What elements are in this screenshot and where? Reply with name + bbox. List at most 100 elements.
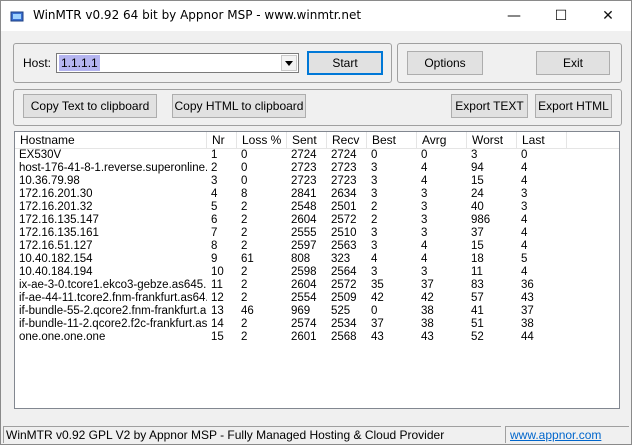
exit-button[interactable]: Exit (536, 51, 610, 75)
cell-avrg: 3 (421, 201, 428, 213)
cell-loss: 2 (241, 201, 248, 213)
cell-last: 5 (521, 253, 528, 265)
cell-recv: 323 (331, 253, 351, 265)
cell-avrg: 4 (421, 240, 428, 252)
column-header-nr[interactable]: Nr (207, 132, 237, 148)
cell-loss: 46 (241, 305, 254, 317)
cell-worst: 24 (471, 188, 484, 200)
maximize-button[interactable]: ☐ (538, 1, 584, 31)
copy-html-button[interactable]: Copy HTML to clipboard (172, 94, 306, 118)
cell-hostname: ix-ae-3-0.tcore1.ekco3-gebze.as645... (19, 279, 207, 291)
column-header-avrg[interactable]: Avrg (417, 132, 467, 148)
status-bar: WinMTR v0.92 GPL V2 by Appnor MSP - Full… (1, 424, 631, 444)
cell-recv: 2563 (331, 240, 357, 252)
minimize-button[interactable]: — (491, 1, 537, 31)
cell-last: 4 (521, 227, 528, 239)
table-row[interactable]: 10.36.79.98 3 0 2723 2723 3 4 15 4 (15, 175, 619, 188)
cell-last: 3 (521, 201, 528, 213)
table-row[interactable]: 172.16.51.127 8 2 2597 2563 3 4 15 4 (15, 240, 619, 253)
column-header-last[interactable]: Last (517, 132, 567, 148)
column-header-recv[interactable]: Recv (327, 132, 367, 148)
cell-loss: 0 (241, 162, 248, 174)
table-row[interactable]: host-176-41-8-1.reverse.superonline.... 2… (15, 162, 619, 175)
table-row[interactable]: if-bundle-11-2.qcore2.f2c-frankfurt.as..… (15, 318, 619, 331)
cell-sent: 2554 (291, 292, 317, 304)
cell-nr: 9 (211, 253, 218, 265)
cell-best: 3 (371, 227, 378, 239)
host-combobox[interactable]: 1.1.1.1 (56, 53, 299, 73)
cell-nr: 1 (211, 149, 218, 161)
cell-last: 44 (521, 331, 534, 343)
column-header-sent[interactable]: Sent (287, 132, 327, 148)
cell-recv: 2534 (331, 318, 357, 330)
column-header-best[interactable]: Best (367, 132, 417, 148)
cell-nr: 15 (211, 331, 224, 343)
cell-avrg: 3 (421, 266, 428, 278)
cell-hostname: one.one.one.one (19, 331, 106, 343)
window-title: WinMTR v0.92 64 bit by Appnor MSP - www.… (33, 8, 362, 22)
cell-best: 43 (371, 331, 384, 343)
close-button[interactable]: ✕ (585, 1, 631, 31)
start-button[interactable]: Start (307, 51, 383, 75)
cell-loss: 8 (241, 188, 248, 200)
table-row[interactable]: 172.16.201.30 4 8 2841 2634 3 3 24 3 (15, 188, 619, 201)
cell-hostname: 172.16.51.127 (19, 240, 93, 252)
table-row[interactable]: if-ae-44-11.tcore2.fnm-frankfurt.as64...… (15, 292, 619, 305)
cell-sent: 2841 (291, 188, 317, 200)
cell-sent: 808 (291, 253, 311, 265)
cell-recv: 2509 (331, 292, 357, 304)
column-header-hostname[interactable]: Hostname (15, 132, 207, 148)
cell-sent: 2723 (291, 162, 317, 174)
title-bar[interactable]: WinMTR v0.92 64 bit by Appnor MSP - www.… (1, 1, 631, 31)
status-text: WinMTR v0.92 GPL V2 by Appnor MSP - Full… (3, 426, 501, 443)
cell-nr: 11 (211, 279, 223, 291)
cell-best: 3 (371, 162, 378, 174)
results-table[interactable]: Hostname Nr Loss % Sent Recv Best Avrg Worst Las… (14, 131, 620, 409)
cell-nr: 13 (211, 305, 224, 317)
table-row[interactable]: if-bundle-55-2.qcore2.fnm-frankfurt.a...… (15, 305, 619, 318)
cell-worst: 18 (471, 253, 484, 265)
cell-hostname: 172.16.201.32 (19, 201, 93, 213)
cell-loss: 0 (241, 175, 248, 187)
cell-avrg: 42 (421, 292, 434, 304)
cell-last: 4 (521, 214, 528, 226)
cell-nr: 14 (211, 318, 224, 330)
cell-last: 4 (521, 162, 528, 174)
cell-hostname: 172.16.201.30 (19, 188, 93, 200)
table-row[interactable]: ix-ae-3-0.tcore1.ekco3-gebze.as645... 11 2… (15, 279, 619, 292)
maximize-icon: ☐ (554, 8, 568, 24)
cell-hostname: 10.40.182.154 (19, 253, 93, 265)
copy-text-button[interactable]: Copy Text to clipboard (23, 94, 157, 118)
table-row[interactable]: 172.16.135.147 6 2 2604 2572 2 3 986 4 (15, 214, 619, 227)
table-row[interactable]: 10.40.184.194 10 2 2598 2564 3 3 11 4 (15, 266, 619, 279)
cell-sent: 2574 (291, 318, 317, 330)
table-row[interactable]: 172.16.201.32 5 2 2548 2501 2 3 40 3 (15, 201, 619, 214)
cell-hostname: if-bundle-11-2.qcore2.f2c-frankfurt.as..… (19, 318, 207, 330)
cell-hostname: if-ae-44-11.tcore2.fnm-frankfurt.as64... (19, 292, 207, 304)
cell-avrg: 4 (421, 162, 428, 174)
column-header-loss[interactable]: Loss % (237, 132, 287, 148)
cell-last: 3 (521, 188, 528, 200)
export-text-button[interactable]: Export TEXT (451, 94, 528, 118)
column-header-worst[interactable]: Worst (467, 132, 517, 148)
cell-sent: 2597 (291, 240, 317, 252)
cell-recv: 2568 (331, 331, 357, 343)
cell-hostname: 172.16.135.161 (19, 227, 99, 239)
options-button[interactable]: Options (407, 51, 483, 75)
cell-hostname: 10.36.79.98 (19, 175, 80, 187)
cell-worst: 52 (471, 331, 484, 343)
cell-recv: 2572 (331, 214, 357, 226)
table-row[interactable]: one.one.one.one 15 2 2601 2568 43 43 52 44 (15, 331, 619, 344)
host-input[interactable]: 1.1.1.1 (59, 55, 100, 71)
appnor-link[interactable]: www.appnor.com (505, 426, 629, 443)
export-html-button[interactable]: Export HTML (535, 94, 612, 118)
cell-recv: 525 (331, 305, 351, 317)
table-row[interactable]: 172.16.135.161 7 2 2555 2510 3 3 37 4 (15, 227, 619, 240)
host-label: Host: (23, 56, 52, 70)
cell-nr: 6 (211, 214, 218, 226)
cell-worst: 15 (471, 240, 484, 252)
chevron-down-icon[interactable] (281, 55, 297, 71)
table-row[interactable]: EX530V 1 0 2724 2724 0 0 3 0 (15, 149, 619, 162)
table-row[interactable]: 10.40.182.154 9 61 808 323 4 4 18 5 (15, 253, 619, 266)
cell-sent: 2604 (291, 279, 317, 291)
